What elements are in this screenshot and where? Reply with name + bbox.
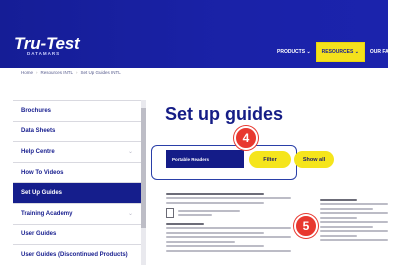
- preview-line: [166, 201, 264, 204]
- brand-logo-subtitle: DATAMARS: [27, 51, 61, 56]
- preview-line: [320, 230, 388, 232]
- preview-line: [166, 245, 264, 247]
- scrollbar-thumb[interactable]: [141, 108, 146, 228]
- sidebar-item-label: Data Sheets: [21, 128, 56, 135]
- step-badge-5: 5: [294, 214, 318, 238]
- preview-line: [166, 197, 291, 199]
- breadcrumb-resources[interactable]: Resources INTL: [41, 70, 74, 75]
- nav-products[interactable]: PRODUCTS ⌄: [272, 42, 316, 62]
- breadcrumb-home[interactable]: Home: [21, 70, 33, 75]
- preview-line: [320, 239, 388, 241]
- sidebar-item-how-to-videos[interactable]: How To Videos: [13, 162, 141, 184]
- sidebar-item-label: User Guides (Discontinued Products): [21, 251, 128, 258]
- preview-line: [320, 203, 388, 205]
- sidebar-item-set-up-guides[interactable]: Set Up Guides: [13, 183, 141, 204]
- preview-line: [166, 222, 204, 225]
- guide-preview-right[interactable]: [320, 196, 388, 265]
- preview-line: [178, 214, 212, 217]
- filter-button[interactable]: Filter: [249, 151, 291, 168]
- preview-line: [320, 207, 374, 210]
- preview-line: [320, 234, 358, 237]
- page-title: Set up guides: [165, 104, 284, 124]
- preview-line: [320, 225, 374, 228]
- main-nav: PRODUCTS ⌄ RESOURCES ⌄ OUR FARM: [272, 42, 397, 62]
- preview-line: [320, 198, 358, 201]
- guide-preview-left[interactable]: [166, 190, 291, 265]
- sidebar-item-label: Brochures: [21, 107, 52, 114]
- sidebar-item-label: Training Academy: [21, 210, 73, 217]
- preview-line: [178, 209, 241, 212]
- sidebar-item-training-academy[interactable]: Training Academy ⌄: [13, 203, 141, 225]
- chevron-down-icon[interactable]: ⌄: [128, 148, 133, 155]
- sidebar-item-user-guides[interactable]: User Guides: [13, 224, 141, 246]
- step-badge-4: 4: [234, 126, 258, 150]
- product-category-select[interactable]: Portable Readers: [166, 150, 244, 168]
- preview-line: [166, 236, 291, 238]
- document-icon: [166, 208, 174, 218]
- preview-line: [320, 212, 388, 214]
- site-header: Tru-Test DATAMARS PRODUCTS ⌄ RESOURCES ⌄…: [0, 0, 397, 68]
- sidebar-item-label: Set Up Guides: [21, 190, 63, 197]
- preview-line: [166, 192, 264, 195]
- show-all-button[interactable]: Show all: [294, 151, 334, 168]
- nav-resources[interactable]: RESOURCES ⌄: [315, 42, 365, 62]
- sidebar-item-brochures[interactable]: Brochures: [13, 101, 141, 122]
- preview-line: [166, 227, 291, 229]
- sidebar-item-data-sheets[interactable]: Data Sheets: [13, 121, 141, 143]
- preview-line: [166, 231, 264, 234]
- page-edge: [388, 0, 397, 265]
- sidebar-item-label: How To Videos: [21, 169, 64, 176]
- sidebar-item-help-centre[interactable]: Help Centre ⌄: [13, 142, 141, 163]
- breadcrumb-current: Set Up Guides INTL: [80, 70, 121, 75]
- sidebar-item-label: Help Centre: [21, 148, 55, 155]
- breadcrumb-separator: ›: [76, 70, 78, 75]
- preview-line: [166, 249, 291, 252]
- preview-row-text: [178, 207, 291, 219]
- preview-line: [320, 216, 358, 219]
- preview-line: [166, 240, 235, 243]
- breadcrumb: Home › Resources INTL › Set Up Guides IN…: [21, 70, 121, 75]
- sidebar-item-user-guides-discontinued[interactable]: User Guides (Discontinued Products): [13, 245, 141, 265]
- breadcrumb-separator: ›: [36, 70, 38, 75]
- sidebar-scrollbar[interactable]: [141, 100, 146, 265]
- chevron-down-icon[interactable]: ⌄: [128, 210, 133, 217]
- sidebar: Brochures Data Sheets Help Centre ⌄ How …: [13, 100, 141, 265]
- preview-row: [166, 206, 291, 220]
- preview-line: [320, 221, 388, 223]
- sidebar-item-label: User Guides: [21, 231, 57, 238]
